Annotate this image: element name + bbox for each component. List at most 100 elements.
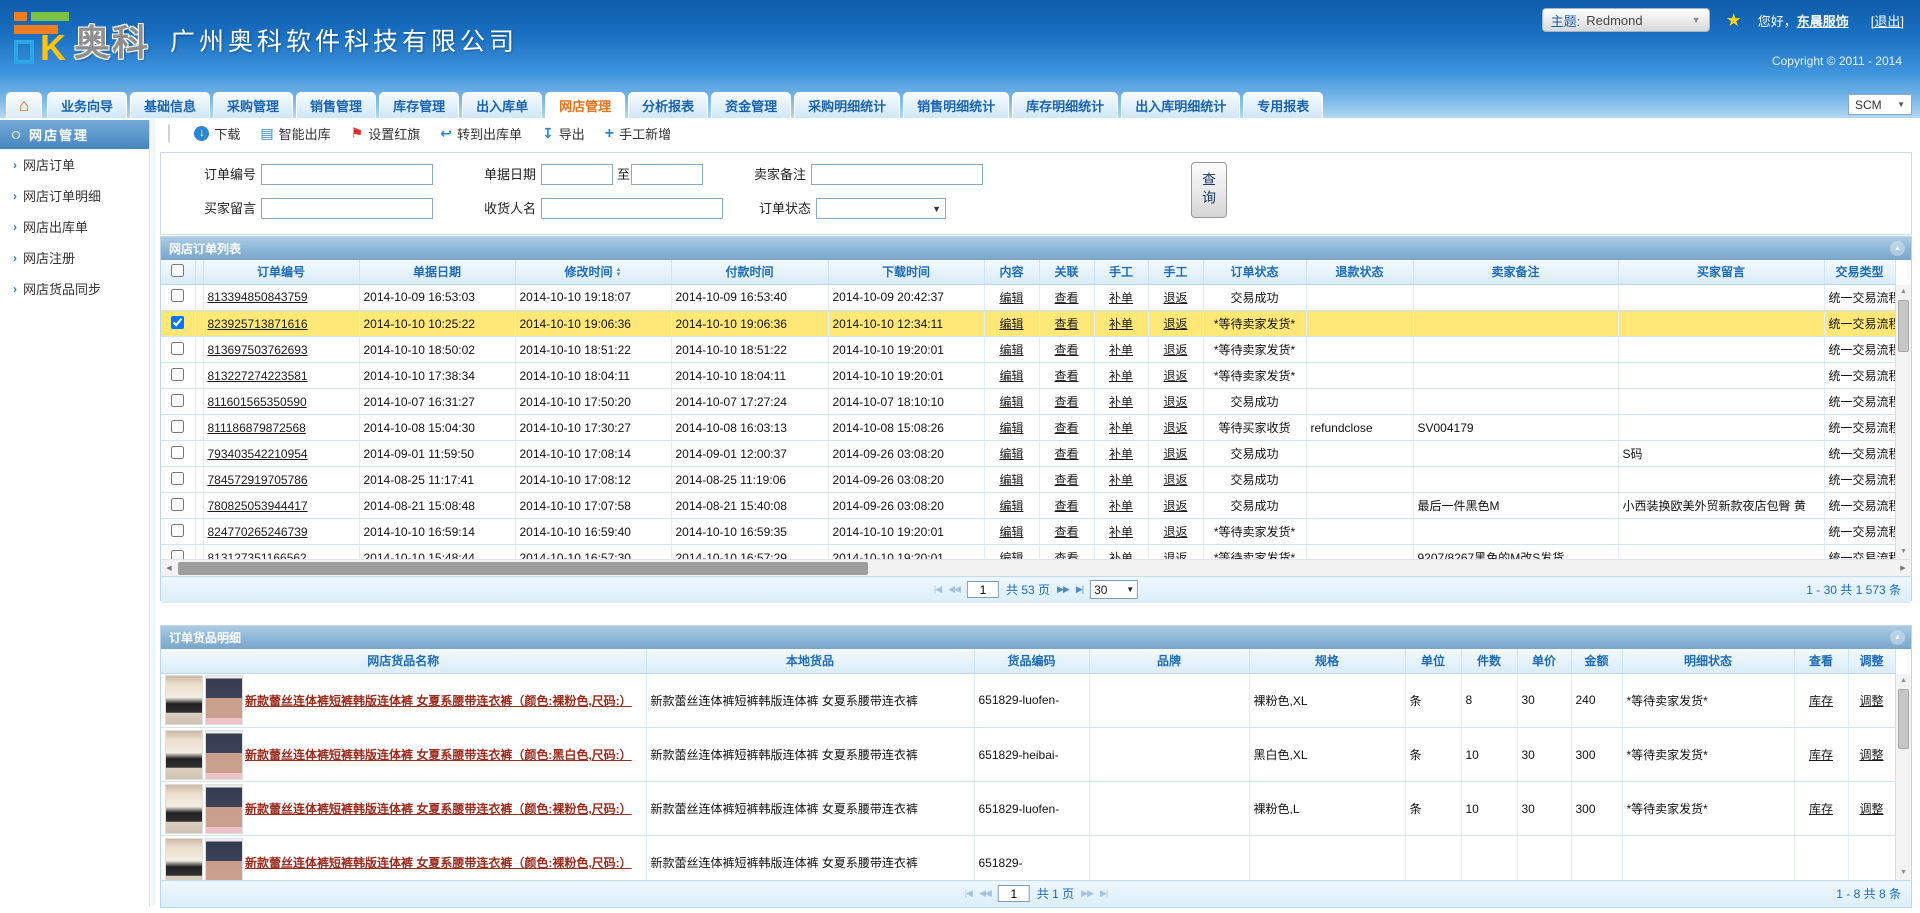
return-link[interactable]: 退返 <box>1163 369 1187 383</box>
column-header-6[interactable]: 内容 <box>984 260 1039 284</box>
row-checkbox[interactable] <box>171 498 184 511</box>
column-header-8[interactable]: 手工 <box>1094 260 1148 284</box>
pager-first-icon[interactable]: |◀ <box>965 888 972 899</box>
toolbar-smart-outbound-button[interactable]: ▤智能出库 <box>260 124 330 143</box>
row-checkbox[interactable] <box>171 289 184 302</box>
view-link[interactable]: 查看 <box>1054 525 1078 539</box>
detail-column-header-8[interactable]: 单价 <box>1517 649 1571 673</box>
view-link[interactable]: 查看 <box>1054 369 1078 383</box>
product-name-link[interactable]: 新款蕾丝连体裤短裤韩版连体裤 女夏系腰带连衣裤（颜色:黑白色,尺码:） <box>245 746 632 763</box>
detail-column-header-10[interactable]: 明细状态 <box>1622 649 1794 673</box>
scroll-right-icon[interactable]: ▶ <box>1895 560 1911 577</box>
return-link[interactable]: 退返 <box>1163 473 1187 487</box>
return-link[interactable]: 退返 <box>1163 499 1187 513</box>
date-from-input[interactable] <box>541 164 613 185</box>
supplement-link[interactable]: 补单 <box>1109 369 1133 383</box>
row-select-cell[interactable] <box>161 389 195 415</box>
return-link[interactable]: 退返 <box>1163 291 1187 305</box>
scroll-up-icon[interactable]: ▲ <box>1896 285 1911 299</box>
row-checkbox[interactable] <box>171 368 184 381</box>
column-header-12[interactable]: 卖家备注 <box>1413 260 1618 284</box>
row-checkbox[interactable] <box>171 394 184 407</box>
product-photo-thumbnail[interactable] <box>165 675 203 725</box>
tab-5[interactable]: 库存管理 <box>379 92 459 118</box>
orders-horizontal-scrollbar[interactable]: ◀ ▶ <box>161 559 1911 576</box>
page-size-select[interactable]: 30 ▼ <box>1090 580 1138 599</box>
date-to-input[interactable] <box>631 164 703 185</box>
collapse-icon[interactable]: ▲ <box>1890 630 1905 645</box>
row-select-cell[interactable] <box>161 311 195 337</box>
edit-link[interactable]: 编辑 <box>999 395 1023 409</box>
product-photo-thumbnail[interactable] <box>165 838 203 880</box>
pager-first-icon[interactable]: |◀ <box>934 584 941 595</box>
favorite-star-icon[interactable]: ★ <box>1726 10 1742 31</box>
detail-column-header-1[interactable]: 网店货品名称 <box>161 649 646 673</box>
orders-vertical-scrollbar[interactable]: ▲ ▼ <box>1895 285 1911 559</box>
product-photo-thumbnail[interactable] <box>165 784 203 834</box>
tab-10[interactable]: 采购明细统计 <box>794 92 900 118</box>
row-select-cell[interactable] <box>161 545 195 559</box>
stock-link[interactable]: 库存 <box>1809 802 1833 816</box>
query-button[interactable]: 查询 <box>1191 162 1227 218</box>
product-item-thumbnail[interactable] <box>205 730 243 780</box>
select-all-header[interactable] <box>161 260 195 284</box>
edit-link[interactable]: 编辑 <box>999 473 1023 487</box>
tab-1[interactable]: 业务向导 <box>47 92 127 118</box>
detail-column-header-3[interactable]: 货品编码 <box>974 649 1089 673</box>
sidebar-item-2[interactable]: ›网店订单明细 <box>0 180 149 211</box>
user-link[interactable]: 东晨服饰 <box>1797 14 1849 29</box>
toolbar-add-button[interactable]: +手工新增 <box>605 124 671 143</box>
edit-link[interactable]: 编辑 <box>999 551 1023 559</box>
toolbar-goto-outbound-button[interactable]: ↩转到出库单 <box>440 124 522 143</box>
order-number-link[interactable]: 780825053944417 <box>208 499 308 513</box>
tab-4[interactable]: 销售管理 <box>296 92 376 118</box>
return-link[interactable]: 退返 <box>1163 447 1187 461</box>
view-link[interactable]: 查看 <box>1054 499 1078 513</box>
scroll-left-icon[interactable]: ◀ <box>161 560 177 577</box>
order-number-link[interactable]: 813127351166562 <box>208 551 307 559</box>
tab-12[interactable]: 库存明细统计 <box>1012 92 1118 118</box>
column-header-4[interactable]: 付款时间 <box>671 260 828 284</box>
collapse-icon[interactable]: ▲ <box>1890 241 1905 256</box>
details-vertical-scrollbar[interactable]: ▲ ▼ <box>1895 674 1911 880</box>
pager-next-icon[interactable]: ▶▶ <box>1057 584 1069 595</box>
edit-link[interactable]: 编辑 <box>999 369 1023 383</box>
sidebar-item-1[interactable]: ›网店订单 <box>0 149 149 180</box>
pager-last-icon[interactable]: ▶| <box>1100 888 1107 899</box>
product-photo-thumbnail[interactable] <box>165 730 203 780</box>
sidebar-item-4[interactable]: ›网店注册 <box>0 242 149 273</box>
page-number-input[interactable] <box>998 885 1030 902</box>
row-checkbox[interactable] <box>171 420 184 433</box>
detail-column-header-7[interactable]: 件数 <box>1461 649 1517 673</box>
detail-column-header-2[interactable]: 本地货品 <box>646 649 974 673</box>
scroll-down-icon[interactable]: ▼ <box>1896 866 1911 880</box>
view-link[interactable]: 查看 <box>1054 473 1078 487</box>
edit-link[interactable]: 编辑 <box>999 421 1023 435</box>
row-select-cell[interactable] <box>161 337 195 363</box>
scroll-up-icon[interactable]: ▲ <box>1896 674 1911 688</box>
supplement-link[interactable]: 补单 <box>1109 343 1133 357</box>
view-link[interactable]: 查看 <box>1054 551 1078 559</box>
view-link[interactable]: 查看 <box>1054 447 1078 461</box>
product-name-link[interactable]: 新款蕾丝连体裤短裤韩版连体裤 女夏系腰带连衣裤（颜色:裸粉色,尺码:） <box>245 854 632 871</box>
row-select-cell[interactable] <box>161 285 195 311</box>
logout-link[interactable]: [退出] <box>1871 11 1904 30</box>
edit-link[interactable]: 编辑 <box>999 291 1023 305</box>
column-header-2[interactable]: 单据日期 <box>359 260 515 284</box>
edit-link[interactable]: 编辑 <box>999 525 1023 539</box>
order-number-link[interactable]: 813697503762693 <box>208 343 308 357</box>
tab-13[interactable]: 出入库明细统计 <box>1121 92 1240 118</box>
order-number-link[interactable]: 824770265246739 <box>208 525 308 539</box>
row-select-cell[interactable] <box>161 363 195 389</box>
row-checkbox[interactable] <box>171 342 184 355</box>
stock-link[interactable]: 库存 <box>1809 748 1833 762</box>
row-checkbox[interactable] <box>171 472 184 485</box>
row-checkbox[interactable] <box>171 446 184 459</box>
scrollbar-thumb[interactable] <box>1898 300 1909 352</box>
return-link[interactable]: 退返 <box>1163 525 1187 539</box>
product-name-link[interactable]: 新款蕾丝连体裤短裤韩版连体裤 女夏系腰带连衣裤（颜色:裸粉色,尺码:） <box>245 692 632 709</box>
order-number-link[interactable]: 823925713871616 <box>208 317 308 331</box>
detail-column-header-11[interactable]: 查看 <box>1794 649 1848 673</box>
scrollbar-thumb[interactable] <box>178 562 868 575</box>
order-status-select[interactable]: ▼ <box>816 198 946 219</box>
